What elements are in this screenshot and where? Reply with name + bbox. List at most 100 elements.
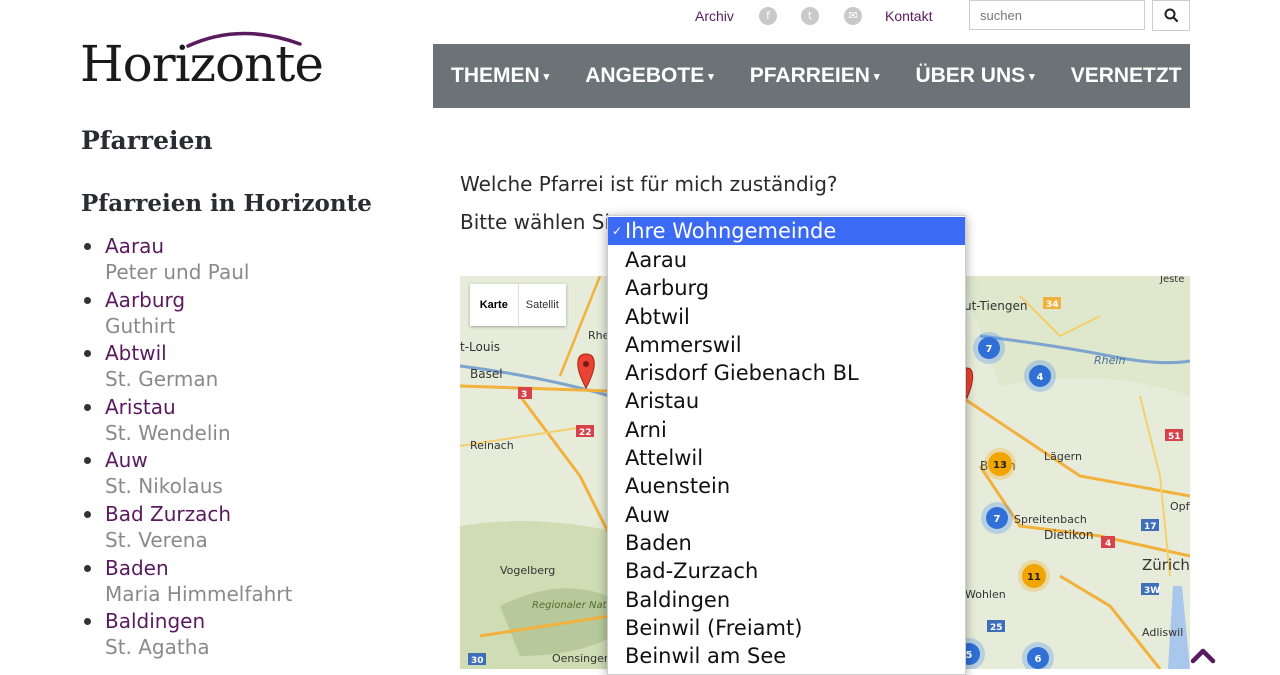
checkmark-icon: ✓ [612,224,623,238]
wohngemeinde-select-dropdown[interactable]: ✓ Ihre Wohngemeinde Aarau Aarburg Abtwil … [607,215,966,675]
parish-link[interactable]: Auw [105,447,292,473]
map-type-satellit-button[interactable]: Satellit [519,284,567,326]
cluster-count: 7 [994,514,1001,525]
list-item: Aarau Peter und Paul [84,233,292,287]
select-option[interactable]: Aristau [608,387,965,415]
select-option[interactable]: Aarau [608,246,965,274]
bullet [84,403,91,411]
list-item: Baldingen St. Agatha [84,608,292,662]
map-label: Dietikon [1044,528,1093,542]
bullet [84,296,91,304]
sidebar-heading: Pfarreien in Horizonte [81,190,372,217]
nav-item-pfarreien[interactable]: PFARREIEN ▾ [750,64,880,88]
bullet [84,618,91,626]
select-option[interactable]: Abtwil [608,303,965,331]
road-number: 4 [1105,539,1111,549]
question-text: Welche Pfarrei ist für mich zuständig? [460,172,838,196]
road-number: 22 [579,428,592,438]
logo-text: Horizonte [80,35,324,93]
select-option[interactable]: Attelwil [608,444,965,472]
nav-item-themen[interactable]: THEMEN ▾ [451,64,549,88]
map-label: Vogelberg [500,564,555,577]
map-label: ut-Tiengen [964,299,1027,313]
select-option[interactable]: Beinwil am See [608,642,965,670]
select-option[interactable]: Auenstein [608,472,965,500]
mail-icon[interactable]: ✉ [844,7,862,25]
parish-link[interactable]: Aarburg [105,287,292,313]
bullet [84,243,91,250]
site-logo[interactable]: Horizonte [80,26,340,96]
cluster-count: 13 [993,460,1007,471]
road-number: 30 [471,656,484,666]
cluster-marker[interactable]: 7 [981,502,1013,534]
twitter-icon[interactable]: t [801,7,819,25]
bullet [84,564,91,572]
cluster-marker[interactable]: 4 [1024,360,1056,392]
facebook-icon[interactable]: f [759,7,777,25]
select-option[interactable]: Bad-Zurzach [608,557,965,585]
select-option[interactable]: Auw [608,501,965,529]
parish-link[interactable]: Abtwil [105,340,292,366]
chevron-down-icon: ▾ [1029,70,1035,83]
kontakt-link[interactable]: Kontakt [885,8,932,24]
map-type-control: Karte Satellit [470,284,566,326]
chevron-down-icon: ▾ [708,70,714,83]
search-button[interactable] [1152,0,1190,31]
cluster-count: 6 [1035,654,1042,665]
parish-link[interactable]: Baden [105,555,292,581]
map-label: Lägern [1044,450,1082,463]
nav-item-vernetzt[interactable]: VERNETZT [1071,64,1182,88]
nav-item-angebote[interactable]: ANGEBOTE ▾ [585,64,714,88]
parish-subtitle: Maria Himmelfahrt [105,581,293,606]
parish-subtitle: St. German [105,367,219,392]
select-option[interactable]: ✓ Ihre Wohngemeinde [608,217,965,245]
road-number: 17 [1144,522,1157,532]
option-label: Ihre Wohngemeinde [625,219,837,243]
select-option[interactable]: Arisdorf Giebenach BL [608,359,965,387]
map-label: Basel [470,367,503,381]
map-label: Rhein [1094,354,1125,367]
cluster-marker[interactable]: 13 [984,448,1016,480]
select-option[interactable]: Aarburg [608,274,965,302]
map-label: Wohlen [965,588,1006,601]
parish-link[interactable]: Aristau [105,394,292,420]
select-option[interactable]: Beinwil (Freiamt) [608,614,965,642]
map-label: t-Louis [460,340,500,354]
list-item: Abtwil St. German [84,340,292,394]
map-label: Oensingen [552,652,611,665]
map-label: Reinach [470,439,514,452]
nav-label: PFARREIEN [749,64,870,87]
nav-item-ueber-uns[interactable]: ÜBER UNS ▾ [915,64,1034,88]
map-type-karte-button[interactable]: Karte [470,284,519,326]
bullet [84,457,91,465]
cluster-count: 5 [966,650,973,661]
parish-subtitle: Peter und Paul [105,260,250,284]
map-label: Zürich [1142,556,1190,574]
select-option[interactable]: Baldingen [608,586,965,614]
cluster-marker[interactable]: 11 [1018,560,1050,592]
archiv-link[interactable]: Archiv [695,8,734,24]
parish-list: Aarau Peter und Paul Aarburg Guthirt Abtwi… [84,233,292,662]
select-option[interactable]: Ammerswil [608,331,965,359]
parish-subtitle: St. Verena [105,527,208,552]
list-item: Baden Maria Himmelfahrt [84,555,292,609]
road-number: 51 [1168,432,1181,442]
cluster-marker[interactable]: 7 [973,332,1005,364]
chevron-down-icon: ▾ [873,70,880,83]
parish-link[interactable]: Baldingen [105,608,292,634]
bullet [84,510,91,518]
parish-link[interactable]: Aarau [105,233,292,259]
scroll-to-top-icon[interactable] [1190,645,1216,665]
parish-link[interactable]: Bad Zurzach [105,501,292,527]
choose-label: Bitte wählen Sie: [460,210,630,234]
map-label: Adliswil [1142,626,1183,639]
parish-subtitle: St. Wendelin [105,420,231,445]
select-option[interactable]: Arni [608,416,965,444]
select-option[interactable]: Baden [608,529,965,557]
search-input[interactable] [969,0,1145,30]
nav-label: THEMEN [451,64,540,87]
bullet [84,350,91,358]
list-item: Aarburg Guthirt [84,287,292,341]
parish-subtitle: St. Nikolaus [105,474,223,499]
nav-label: ÜBER UNS [915,64,1026,87]
